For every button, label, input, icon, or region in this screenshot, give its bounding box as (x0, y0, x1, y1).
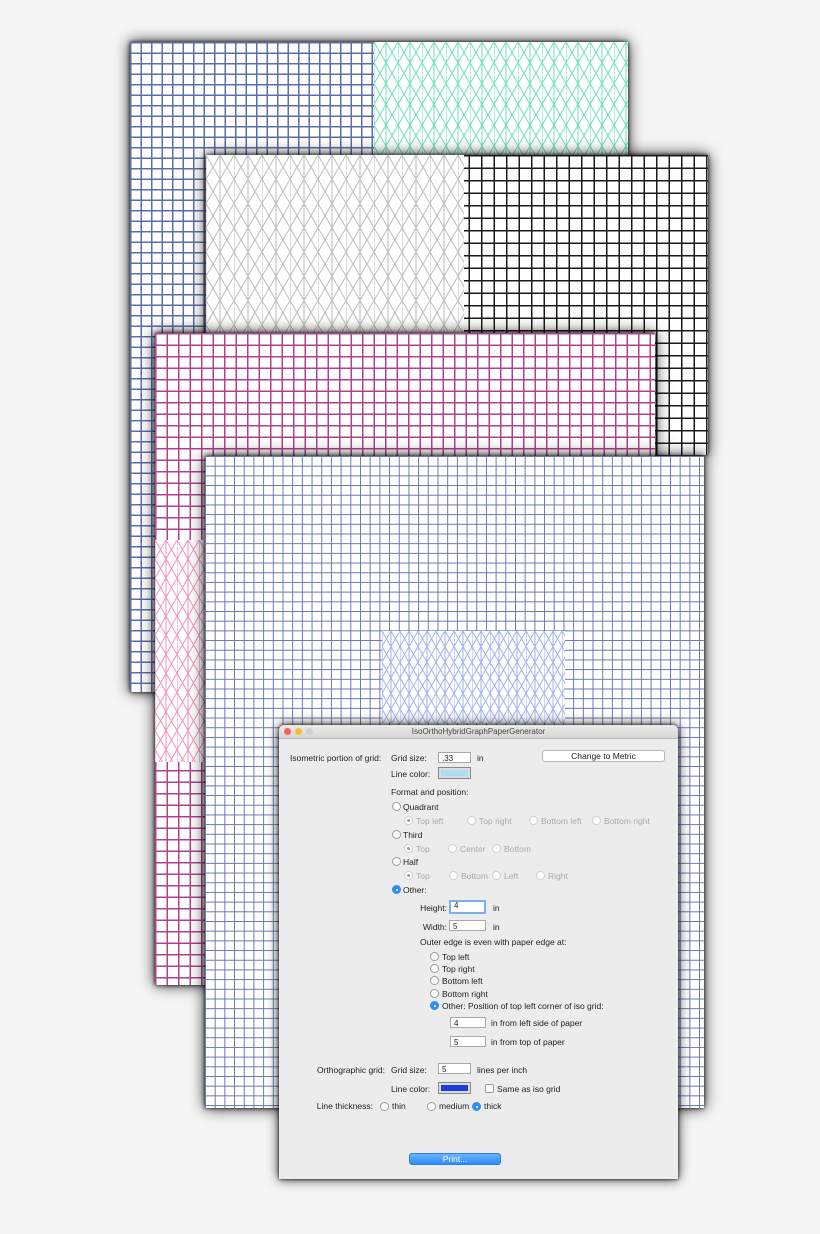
line-thickness-label: Line thickness: (316, 1101, 373, 1111)
half-top-label: Top (416, 871, 430, 881)
half-bottom-radio[interactable] (449, 871, 458, 880)
same-as-iso-label: Same as iso grid (497, 1084, 561, 1094)
iso-line-color-label: Line color: (391, 769, 431, 779)
edge-other-radio[interactable] (430, 1001, 439, 1010)
edge-other-label: Other: Position of top left corner of is… (442, 1001, 604, 1011)
same-as-iso-checkbox[interactable] (485, 1084, 494, 1093)
half-right-radio[interactable] (536, 871, 545, 880)
thickness-thick-label: thick (484, 1101, 502, 1111)
iso-line-color-well[interactable] (438, 767, 471, 779)
iso-grid-lightblue (382, 631, 565, 723)
close-button[interactable] (284, 728, 291, 735)
edge-top-left-label: Top left (442, 952, 470, 962)
minimize-button[interactable] (295, 728, 302, 735)
edge-bottom-left-radio[interactable] (430, 976, 439, 985)
ortho-color-swatch (441, 1085, 468, 1091)
window-title: IsoOrthoHybridGraphPaperGenerator (411, 727, 546, 736)
third-bottom-label: Bottom (504, 844, 531, 854)
title-bar[interactable]: IsoOrthoHybridGraphPaperGenerator (279, 725, 678, 739)
top-offset-input[interactable]: 5 (450, 1036, 486, 1047)
other-label: Other: (403, 885, 427, 895)
other-radio[interactable] (392, 885, 401, 894)
grid-size-unit: in (477, 753, 484, 763)
top-offset-label: in from top of paper (491, 1037, 565, 1047)
grid-size-input[interactable]: .33 (438, 752, 471, 763)
iso-section-label: Isometric portion of grid: (290, 753, 382, 763)
thickness-thick-radio[interactable] (472, 1102, 481, 1111)
quadrant-bottom-right-radio[interactable] (592, 816, 601, 825)
half-left-label: Left (504, 871, 519, 881)
thickness-medium-label: medium (439, 1101, 470, 1111)
left-offset-label: in from left side of paper (491, 1018, 583, 1028)
ortho-grid-size-input[interactable]: 5 (438, 1063, 471, 1074)
edge-bottom-right-radio[interactable] (430, 989, 439, 998)
height-unit: in (493, 903, 500, 913)
quadrant-bottom-left-radio[interactable] (529, 816, 538, 825)
quadrant-bottom-right-label: Bottom right (604, 816, 650, 826)
iso-grid-mint (374, 42, 628, 162)
quadrant-bottom-left-label: Bottom left (541, 816, 582, 826)
third-radio[interactable] (392, 830, 401, 839)
half-radio[interactable] (392, 857, 401, 866)
thickness-medium-radio[interactable] (427, 1102, 436, 1111)
width-label: Width: (422, 922, 447, 932)
quadrant-top-right-label: Top right (479, 816, 512, 826)
outer-edge-label: Outer edge is even with paper edge at: (420, 937, 567, 947)
ortho-section-label: Orthographic grid: (316, 1065, 385, 1075)
half-top-radio[interactable] (404, 871, 413, 880)
quadrant-top-right-radio[interactable] (467, 816, 476, 825)
height-label: Height: (420, 903, 447, 913)
print-button[interactable]: Print... (409, 1153, 501, 1165)
third-center-radio[interactable] (448, 844, 457, 853)
edge-top-right-label: Top right (442, 964, 475, 974)
ortho-line-color-label: Line color: (391, 1084, 431, 1094)
width-input[interactable]: 5 (449, 920, 486, 931)
ortho-grid-size-label: Grid size: (391, 1065, 427, 1075)
third-label: Third (403, 830, 423, 840)
edge-bottom-left-label: Bottom left (442, 976, 483, 986)
iso-grid-grey (206, 155, 464, 335)
edge-top-left-radio[interactable] (430, 952, 439, 961)
grid-size-label: Grid size: (391, 753, 427, 763)
half-label: Half (403, 857, 419, 867)
change-to-metric-button[interactable]: Change to Metric (542, 750, 665, 762)
format-label: Format and position: (391, 787, 469, 797)
quadrant-label: Quadrant (403, 802, 439, 812)
thickness-thin-radio[interactable] (380, 1102, 389, 1111)
half-right-label: Right (548, 871, 568, 881)
third-center-label: Center (460, 844, 486, 854)
edge-bottom-right-label: Bottom right (442, 989, 488, 999)
quadrant-top-left-label: Top left (416, 816, 444, 826)
zoom-button[interactable] (306, 728, 313, 735)
height-input[interactable]: 4 (449, 900, 486, 914)
half-left-radio[interactable] (492, 871, 501, 880)
iso-color-swatch (441, 770, 468, 776)
quadrant-top-left-radio[interactable] (404, 816, 413, 825)
third-top-radio[interactable] (404, 844, 413, 853)
third-top-label: Top (416, 844, 430, 854)
half-bottom-label: Bottom (461, 871, 488, 881)
width-unit: in (493, 922, 500, 932)
ortho-grid-size-unit: lines per inch (477, 1065, 528, 1075)
left-offset-input[interactable]: 4 (450, 1017, 486, 1028)
generator-window: IsoOrthoHybridGraphPaperGenerator Isomet… (279, 725, 678, 1179)
ortho-line-color-well[interactable] (438, 1082, 471, 1094)
thickness-thin-label: thin (392, 1101, 406, 1111)
iso-grid-pink (155, 540, 207, 762)
third-bottom-radio[interactable] (492, 844, 501, 853)
edge-top-right-radio[interactable] (430, 964, 439, 973)
quadrant-radio[interactable] (392, 802, 401, 811)
